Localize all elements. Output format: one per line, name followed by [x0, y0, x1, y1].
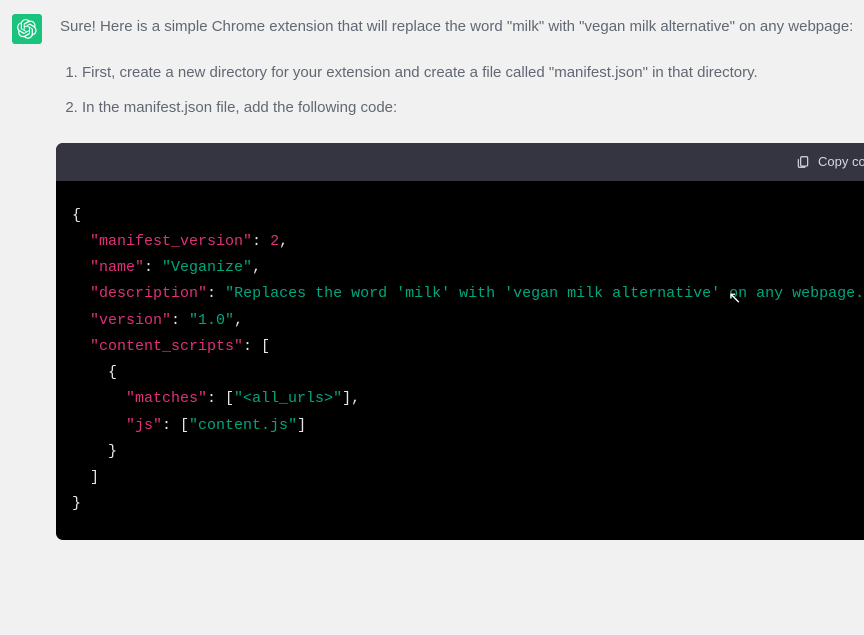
list-item: In the manifest.json file, add the follo…	[82, 95, 864, 121]
list-item: First, create a new directory for your e…	[82, 60, 864, 86]
code-header: Copy code	[56, 143, 864, 181]
openai-logo-icon	[17, 19, 37, 39]
clipboard-icon	[796, 155, 810, 169]
steps-list: First, create a new directory for your e…	[60, 60, 864, 121]
copy-code-label: Copy code	[818, 151, 864, 173]
code-body[interactable]: { "manifest_version": 2, "name": "Vegani…	[56, 181, 864, 540]
copy-code-button[interactable]: Copy code	[796, 151, 864, 173]
assistant-avatar	[12, 14, 42, 44]
assistant-message-row: Sure! Here is a simple Chrome extension …	[12, 14, 852, 540]
code-block: Copy code { "manifest_version": 2, "name…	[56, 143, 864, 540]
intro-text: Sure! Here is a simple Chrome extension …	[60, 14, 864, 40]
message-content: Sure! Here is a simple Chrome extension …	[60, 14, 864, 540]
